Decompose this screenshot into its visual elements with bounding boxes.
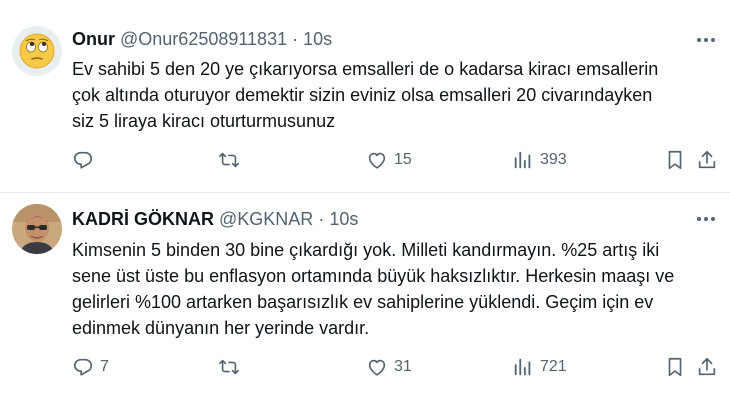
timestamp[interactable]: 10s [329,209,358,229]
like-count: 31 [394,358,412,375]
tweet-actions: 15 393 [72,148,722,172]
reply-button[interactable] [72,148,100,172]
tweet-header: Onur @Onur62508911831 · 10s [72,28,332,50]
view-count: 393 [540,151,567,168]
tweet-text-line: çok altında oturuyor demektir sizin evin… [72,85,653,105]
profile-photo-avatar-icon [12,204,62,254]
more-dots-icon[interactable] [694,207,718,231]
bookmark-button[interactable] [664,148,686,172]
tweet-text-line: gelirleri %100 artarken başarısızlık ev … [72,292,654,312]
user-handle[interactable]: @Onur62508911831 [120,29,287,49]
share-button[interactable] [696,148,718,172]
tweet-text-line: edinmek dünyanın her yerinde vardır. [72,318,370,338]
separator-dot: · [318,209,325,229]
tweet-text: Ev sahibi 5 den 20 ye çıkarıyorsa emsall… [72,56,722,134]
rolling-eyes-emoji-avatar-icon [12,26,62,76]
timestamp[interactable]: 10s [303,29,332,49]
reply-button[interactable]: 7 [72,355,109,379]
retweet-icon [219,359,239,375]
tweet-actions: 7 31 721 [72,355,722,379]
tweet-text-line: Ev sahibi 5 den 20 ye çıkarıyorsa emsall… [72,59,659,79]
retweet-icon [219,152,239,168]
views-chart-icon [514,358,531,376]
bookmark-icon [668,357,682,377]
tweet-text: Kimsenin 5 binden 30 bine çıkardığı yok.… [72,237,722,341]
user-handle[interactable]: @KGKNAR [219,209,313,229]
heart-icon [368,359,386,376]
separator-dot: · [292,29,299,49]
more-dots-icon[interactable] [694,28,718,52]
tweet[interactable]: Onur @Onur62508911831 · 10s Ev sahibi 5 … [0,0,730,192]
share-icon [698,357,716,376]
like-button[interactable]: 15 [366,148,412,172]
view-count: 721 [540,358,567,375]
retweet-button[interactable] [218,148,246,172]
share-icon [698,150,716,169]
tweet[interactable]: KADRİ GÖKNAR @KGKNAR · 10s Kimsenin 5 bi… [0,193,730,420]
heart-icon [368,152,386,169]
avatar[interactable] [12,26,62,76]
display-name[interactable]: KADRİ GÖKNAR [72,209,214,229]
display-name[interactable]: Onur [72,29,115,49]
tweet-text-line: sene üst üste bu enflasyon ortamında büy… [72,266,675,286]
avatar[interactable] [12,204,62,254]
views-button[interactable]: 721 [512,355,567,379]
tweet-text-line: Kimsenin 5 binden 30 bine çıkardığı yok.… [72,240,660,260]
tweet-text-line: siz 5 liraya kiracı oturturmusunuz [72,111,336,131]
like-count: 15 [394,151,412,168]
views-button[interactable]: 393 [512,148,567,172]
reply-count: 7 [100,358,109,375]
bookmark-icon [668,150,682,170]
share-button[interactable] [696,355,718,379]
reply-icon [73,151,93,169]
reply-icon [73,358,93,376]
bookmark-button[interactable] [664,355,686,379]
views-chart-icon [514,151,531,169]
like-button[interactable]: 31 [366,355,412,379]
retweet-button[interactable] [218,355,246,379]
tweet-header: KADRİ GÖKNAR @KGKNAR · 10s [72,208,358,230]
